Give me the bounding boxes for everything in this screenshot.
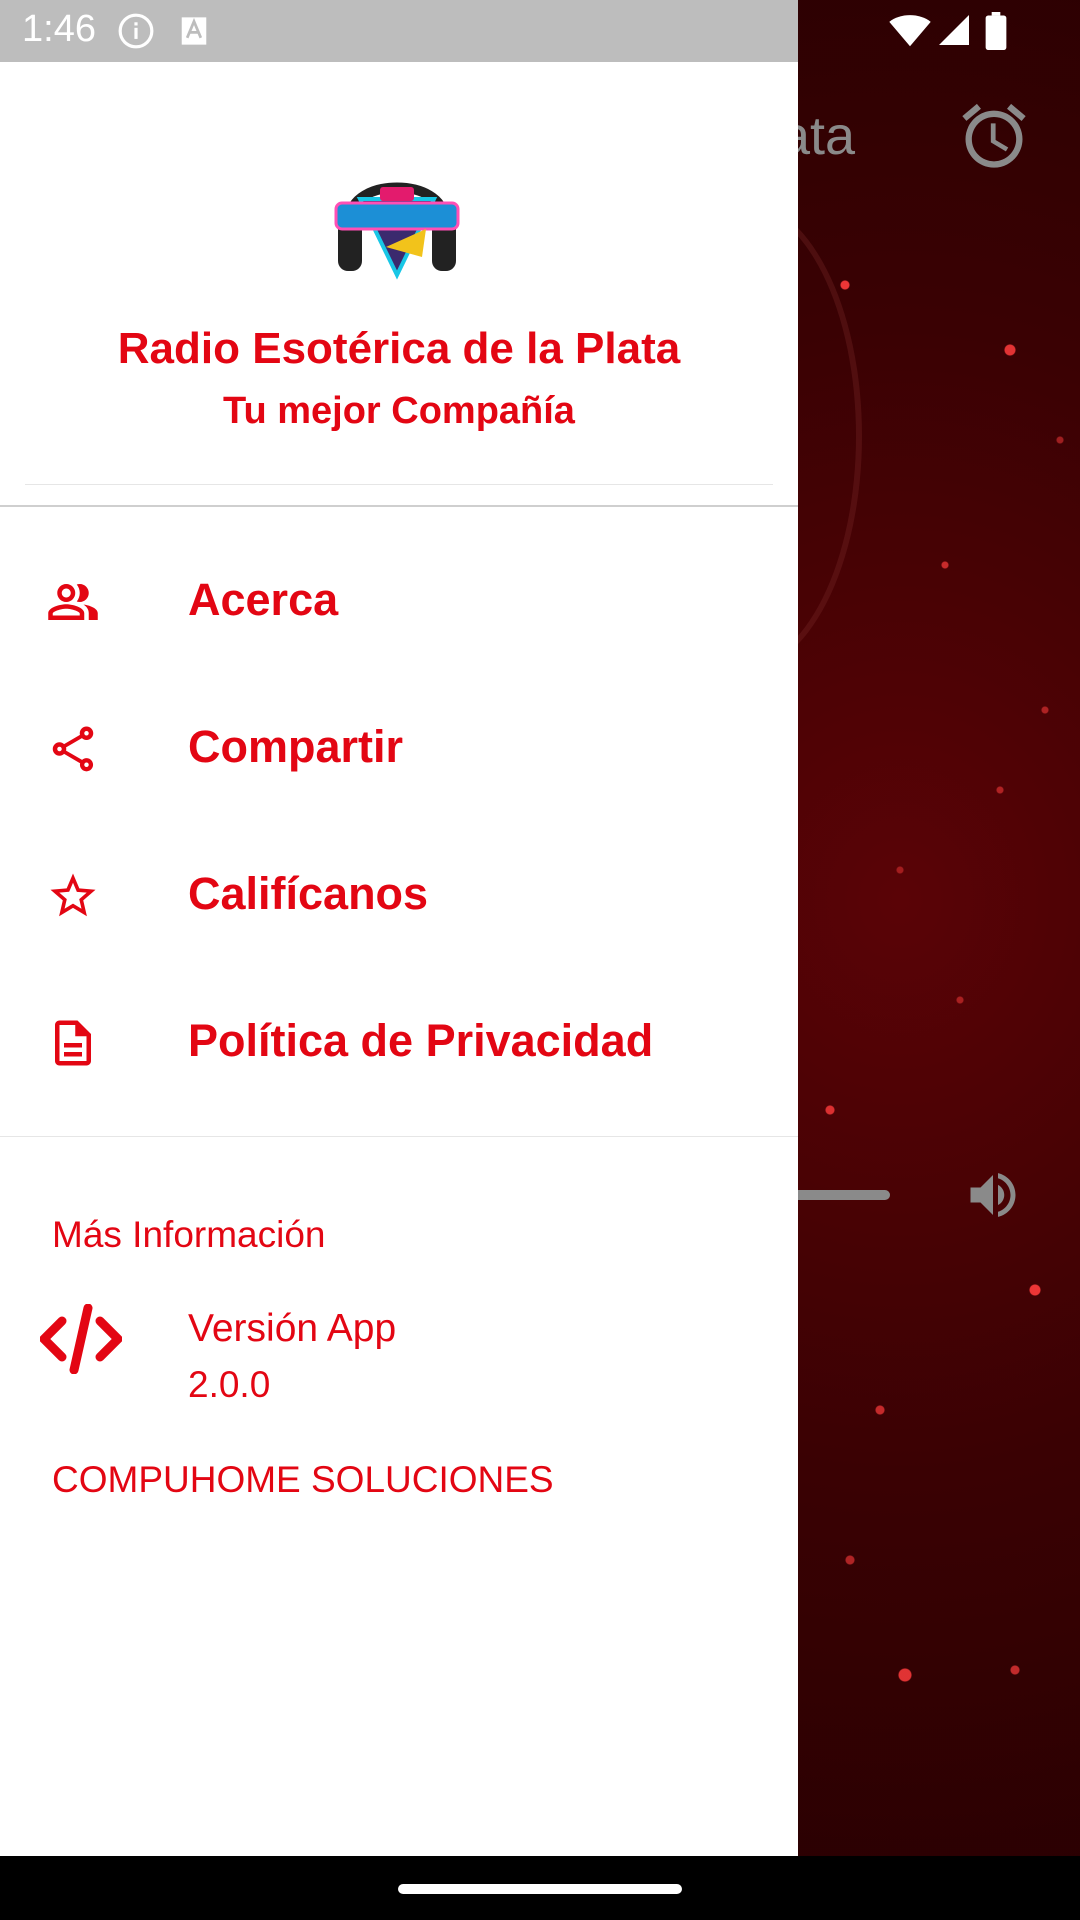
home-gesture-bar[interactable] <box>398 1884 682 1894</box>
menu-item-rate[interactable]: Califícanos <box>0 822 798 969</box>
app-tagline: Tu mejor Compañía <box>223 390 575 432</box>
app-name: Radio Esotérica de la Plata <box>117 324 681 373</box>
menu-label-rate: Califícanos <box>188 868 429 919</box>
menu-item-privacy[interactable]: Política de Privacidad <box>0 969 798 1116</box>
status-bar: 1:46 <box>0 0 798 62</box>
star-icon <box>50 873 96 917</box>
signal-icon <box>939 15 969 45</box>
developer-name[interactable]: COMPUHOME SOLUCIONES <box>52 1459 554 1501</box>
header-divider <box>25 484 773 485</box>
navigation-bar <box>0 1856 1080 1920</box>
document-icon <box>55 1020 91 1066</box>
code-icon <box>40 1304 122 1374</box>
a-icon <box>181 17 207 45</box>
menu-label-about: Acerca <box>188 574 339 625</box>
volume-icon[interactable] <box>960 1165 1026 1225</box>
menu-item-share[interactable]: Compartir <box>0 675 798 822</box>
header-divider <box>0 505 798 507</box>
alarm-icon[interactable] <box>956 98 1032 174</box>
menu-item-about[interactable]: Acerca <box>0 528 798 675</box>
info-icon <box>118 13 154 49</box>
app-screen: ata 1:46 Radio Esotérica de la Plata Tu … <box>0 0 1080 1920</box>
version-label: Versión App <box>188 1307 397 1350</box>
menu-label-privacy: Política de Privacidad <box>188 1015 654 1066</box>
status-time: 1:46 <box>22 8 96 50</box>
share-icon <box>52 726 94 772</box>
people-icon <box>48 584 98 620</box>
menu-label-share: Compartir <box>188 721 404 772</box>
navigation-drawer: Radio Esotérica de la Plata Tu mejor Com… <box>0 62 798 1856</box>
more-info-title: Más Información <box>52 1214 326 1255</box>
menu-divider <box>0 1136 798 1137</box>
version-value: 2.0.0 <box>188 1364 271 1405</box>
battery-icon <box>985 12 1007 50</box>
wifi-icon <box>889 15 931 47</box>
radio-logo <box>334 182 460 280</box>
